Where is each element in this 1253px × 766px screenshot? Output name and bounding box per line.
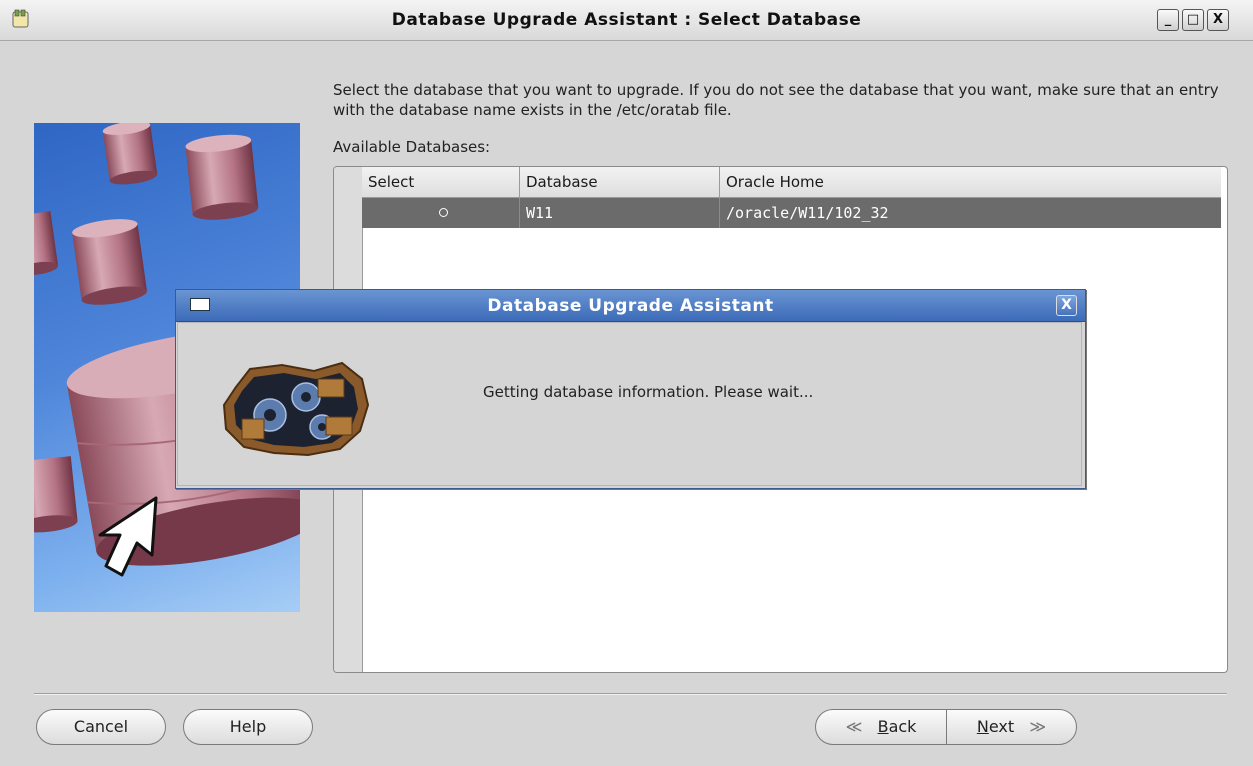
back-mnemonic: B bbox=[877, 717, 889, 736]
column-header-oracle-home[interactable]: Oracle Home bbox=[720, 167, 1220, 197]
next-label: ext bbox=[988, 717, 1015, 736]
table-header: Select Database Oracle Home bbox=[362, 167, 1221, 198]
back-arrow-icon: ≪ bbox=[845, 717, 863, 736]
close-button[interactable]: X bbox=[1207, 9, 1229, 31]
oracle-home-cell: /oracle/W11/102_32 bbox=[726, 204, 889, 222]
window-title: Database Upgrade Assistant : Select Data… bbox=[391, 10, 862, 30]
dialog-close-button[interactable]: X bbox=[1056, 295, 1077, 316]
table-row[interactable]: W11 /oracle/W11/102_32 bbox=[362, 198, 1221, 228]
progress-dialog: Database Upgrade Assistant X Getting dat… bbox=[175, 289, 1086, 489]
window-titlebar: Database Upgrade Assistant : Select Data… bbox=[0, 0, 1253, 41]
next-mnemonic: N bbox=[976, 717, 989, 736]
database-cell: W11 bbox=[520, 198, 720, 228]
column-header-database[interactable]: Database bbox=[520, 167, 720, 197]
dialog-body: Getting database information. Please wai… bbox=[177, 322, 1082, 486]
back-label: ack bbox=[888, 717, 917, 736]
maximize-button[interactable]: □ bbox=[1182, 9, 1204, 31]
select-radio[interactable] bbox=[439, 208, 448, 217]
dialog-message: Getting database information. Please wai… bbox=[483, 383, 814, 401]
select-cell[interactable] bbox=[362, 198, 520, 228]
back-button[interactable]: ≪ Back bbox=[815, 709, 947, 745]
column-header-select[interactable]: Select bbox=[362, 167, 520, 197]
minimize-button[interactable]: _ bbox=[1157, 9, 1179, 31]
gears-icon bbox=[222, 361, 370, 457]
help-button[interactable]: Help bbox=[183, 709, 313, 745]
dialog-titlebar: Database Upgrade Assistant X bbox=[176, 290, 1085, 322]
cancel-button[interactable]: Cancel bbox=[36, 709, 166, 745]
available-databases-label: Available Databases: bbox=[333, 138, 491, 156]
instruction-text: Select the database that you want to upg… bbox=[333, 81, 1219, 119]
next-button[interactable]: Next ≫ bbox=[946, 709, 1077, 745]
button-separator bbox=[34, 693, 1227, 695]
next-arrow-icon: ≫ bbox=[1029, 717, 1047, 736]
dialog-title: Database Upgrade Assistant bbox=[487, 296, 774, 316]
